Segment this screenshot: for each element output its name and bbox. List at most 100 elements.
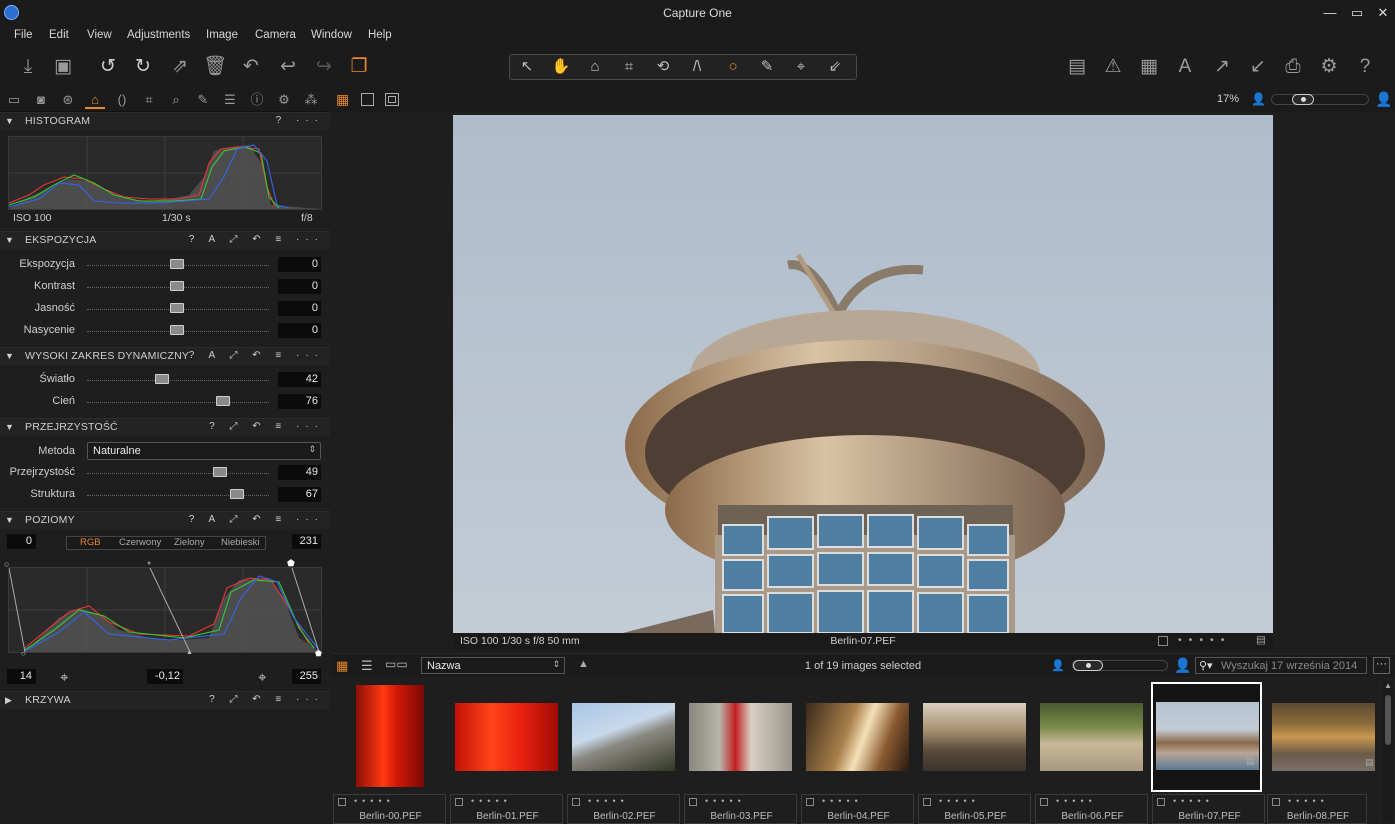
collapse-arrow-icon[interactable]: ▼: [5, 351, 14, 361]
clarity-header[interactable]: ▼ PRZEJRZYSTOŚĆ ? ⤢ ↶ ≡ ···: [0, 418, 330, 436]
channel-green[interactable]: Zielony: [174, 537, 205, 549]
menu-adjustments[interactable]: Adjustments: [127, 29, 190, 41]
levels-output-mid-handle-icon[interactable]: ▲: [186, 649, 193, 656]
info-tab-icon[interactable]: ⓘ: [247, 91, 267, 109]
clarity-slider[interactable]: [87, 473, 269, 474]
thumbnail-caption[interactable]: ••••• Berlin-02.PEF: [567, 794, 680, 824]
structure-knob[interactable]: [230, 489, 244, 499]
output-tab-icon[interactable]: ⚙: [274, 91, 294, 109]
white-point-picker-icon[interactable]: ⌖: [258, 669, 266, 686]
rotate-left-icon[interactable]: ↺: [95, 54, 121, 80]
channel-blue[interactable]: Niebieski: [221, 537, 260, 549]
variants-icon[interactable]: ❐: [346, 54, 372, 80]
select-checkbox[interactable]: [806, 798, 814, 806]
undo-icon[interactable]: ↩: [275, 54, 301, 80]
contrast-knob[interactable]: [170, 281, 184, 291]
apply-adjustments-icon[interactable]: ⇙: [818, 55, 852, 79]
select-checkbox[interactable]: [455, 798, 463, 806]
collapse-arrow-icon[interactable]: ▼: [5, 116, 14, 126]
rotate-tool-icon[interactable]: ⟲: [646, 55, 680, 79]
loupe-icon[interactable]: ⌂: [578, 55, 612, 79]
shadow-value[interactable]: 76: [278, 394, 321, 409]
thumbnail-caption[interactable]: ••••• Berlin-05.PEF: [918, 794, 1031, 824]
browser-scrollbar[interactable]: ▲: [1383, 681, 1393, 823]
thumbnail-size-slider[interactable]: [1072, 660, 1168, 671]
multi-view-icon[interactable]: ▦: [336, 92, 351, 107]
rating-stars[interactable]: •••••: [1056, 796, 1097, 806]
levels-output-low-handle-icon[interactable]: ○: [21, 649, 26, 658]
menu-camera[interactable]: Camera: [255, 29, 296, 41]
thumbnail[interactable]: [338, 685, 441, 795]
shadow-slider[interactable]: [87, 402, 269, 403]
image-viewer[interactable]: ISO 100 1/30 s f/8 50 mm Berlin-07.PEF •…: [331, 112, 1395, 652]
rating-stars[interactable]: •••••: [1173, 796, 1214, 806]
main-photo[interactable]: [453, 115, 1273, 633]
thumbnail-caption[interactable]: ••••• Berlin-07.PEF: [1152, 794, 1265, 824]
capture-tab-icon[interactable]: ◙: [31, 91, 51, 109]
levels-input-high-handle-icon[interactable]: ⬟: [287, 558, 295, 569]
clarity-knob[interactable]: [213, 467, 227, 477]
thumbnail[interactable]: [1040, 685, 1143, 795]
maximize-button[interactable]: ▭: [1346, 4, 1368, 22]
reset-icon[interactable]: ↶: [238, 54, 264, 80]
brush-icon[interactable]: ✎: [750, 55, 784, 79]
levels-header[interactable]: ▼ POZIOMY ? A ⤢ ↶ ≡ ···: [0, 511, 330, 529]
panel-options-icon[interactable]: ? A ⤢ ↶ ≡ ···: [189, 234, 324, 245]
thumbnail[interactable]: ▤: [1272, 685, 1375, 795]
histogram-header[interactable]: ▼ HISTOGRAM ? ···: [0, 112, 330, 130]
panel-options-icon[interactable]: ? A ⤢ ↶ ≡ ···: [189, 514, 324, 525]
trash-icon[interactable]: 🗑: [202, 54, 228, 80]
levels-input-high[interactable]: 231: [292, 534, 321, 549]
clarity-value[interactable]: 49: [278, 465, 321, 480]
collapse-arrow-icon[interactable]: ▼: [5, 515, 14, 525]
menu-edit[interactable]: Edit: [49, 29, 69, 41]
structure-value[interactable]: 67: [278, 487, 321, 502]
select-checkbox[interactable]: [1157, 798, 1165, 806]
thumbnail-caption[interactable]: ••••• Berlin-01.PEF: [450, 794, 563, 824]
print-icon[interactable]: ⎙: [1280, 54, 1306, 80]
proof-view-icon[interactable]: [385, 93, 399, 106]
menu-view[interactable]: View: [87, 29, 112, 41]
composition-tab-icon[interactable]: ⌗: [139, 91, 159, 109]
collapse-arrow-icon[interactable]: ▼: [5, 235, 14, 245]
lens-tab-icon[interactable]: (): [112, 91, 132, 109]
close-button[interactable]: ✕: [1372, 4, 1394, 22]
select-checkbox[interactable]: [689, 798, 697, 806]
menu-image[interactable]: Image: [206, 29, 238, 41]
select-checkbox[interactable]: [1272, 798, 1280, 806]
thumbnail[interactable]: [806, 685, 909, 795]
highlight-knob[interactable]: [155, 374, 169, 384]
local-adjustments-tab-icon[interactable]: ✎: [193, 91, 213, 109]
search-field[interactable]: ⚲▾ Wyszukaj 17 września 2014: [1195, 657, 1367, 674]
warning-icon[interactable]: ⚠: [1100, 54, 1126, 80]
thumbnail-caption[interactable]: ••••• Berlin-04.PEF: [801, 794, 914, 824]
color-tag-icon[interactable]: ▤: [1365, 757, 1374, 768]
panel-options-icon[interactable]: ? ⤢ ↶ ≡ ···: [209, 421, 324, 432]
collapse-arrow-icon[interactable]: ▼: [5, 422, 14, 432]
select-cursor-icon[interactable]: ↖: [510, 55, 544, 79]
method-select[interactable]: Naturalne ⇕: [87, 442, 321, 460]
contrast-value[interactable]: 0: [278, 279, 321, 294]
rating-stars[interactable]: •••••: [588, 796, 629, 806]
thumbnail-caption[interactable]: ••••• Berlin-00.PEF: [333, 794, 446, 824]
channel-red[interactable]: Czerwony: [119, 537, 161, 549]
levels-output-high-handle-icon[interactable]: ⬟: [315, 649, 322, 658]
expand-arrow-icon[interactable]: ▶: [5, 695, 12, 706]
shadow-knob[interactable]: [216, 396, 230, 406]
thumbnail-caption[interactable]: ••••• Berlin-03.PEF: [684, 794, 797, 824]
details-tab-icon[interactable]: ⌕: [166, 91, 186, 109]
rating-stars[interactable]: •••••: [822, 796, 863, 806]
channel-rgb[interactable]: RGB: [80, 537, 101, 549]
levels-mid-handle-icon[interactable]: ●: [147, 560, 151, 567]
panel-options-icon[interactable]: ? ⤢ ↶ ≡ ···: [209, 694, 324, 705]
thumbnail[interactable]: [455, 685, 558, 795]
batch-tab-icon[interactable]: ⁂: [301, 91, 321, 109]
levels-input-low-handle-icon[interactable]: ○: [4, 559, 9, 569]
help-icon[interactable]: ?: [1352, 54, 1378, 80]
single-view-icon[interactable]: [361, 93, 374, 106]
menu-window[interactable]: Window: [311, 29, 352, 41]
camera-icon[interactable]: ▣: [50, 54, 76, 80]
thumbnail-caption[interactable]: ••••• Berlin-08.PEF: [1267, 794, 1367, 824]
move-icon[interactable]: ⇗: [167, 54, 193, 80]
panel-options-icon[interactable]: ? A ⤢ ↶ ≡ ···: [189, 350, 324, 361]
